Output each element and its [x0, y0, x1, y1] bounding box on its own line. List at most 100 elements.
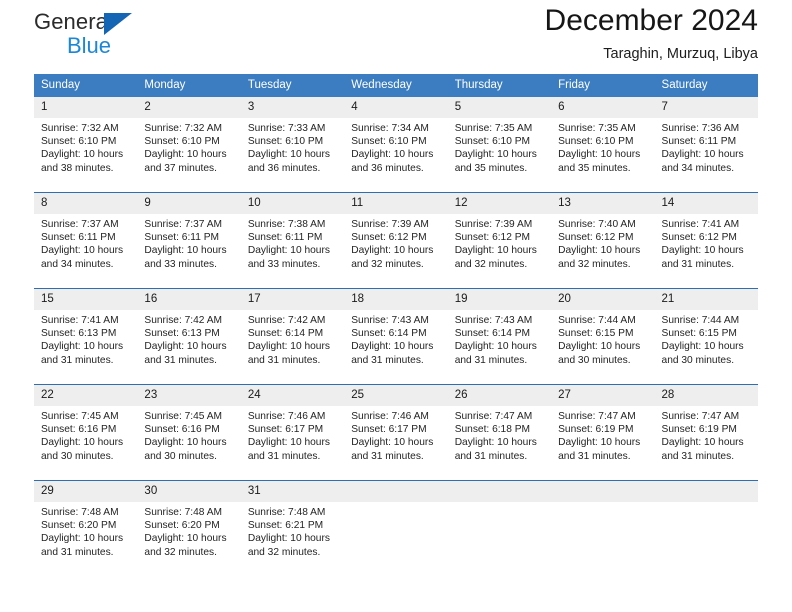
day-number[interactable]: 1 — [34, 97, 138, 118]
generalblue-logo[interactable]: General Blue — [34, 9, 234, 65]
daylight-text: Daylight: 10 hours — [41, 437, 124, 449]
day-cell[interactable]: Sunrise: 7:45 AM Sunset: 6:16 PM Dayligh… — [137, 406, 241, 469]
daylight-text-cont: and 37 minutes. — [144, 162, 217, 174]
week-4-daynumber-row: 22 23 24 25 26 27 28 — [34, 384, 758, 406]
daylight-text-cont: and 31 minutes. — [247, 450, 321, 462]
day-cell[interactable]: Sunrise: 7:48 AM Sunset: 6:20 PM Dayligh… — [34, 502, 138, 565]
sunset-text: Sunset: 6:10 PM — [41, 136, 117, 148]
day-cell[interactable]: Sunrise: 7:32 AM Sunset: 6:10 PM Dayligh… — [137, 118, 241, 181]
day-number[interactable]: 20 — [551, 288, 655, 310]
day-cell[interactable]: Sunrise: 7:37 AM Sunset: 6:11 PM Dayligh… — [34, 214, 138, 277]
day-cell[interactable]: Sunrise: 7:39 AM Sunset: 6:12 PM Dayligh… — [447, 214, 552, 277]
day-number[interactable]: 11 — [344, 192, 448, 214]
daylight-text: Daylight: 10 hours — [41, 533, 124, 545]
day-cell[interactable]: Sunrise: 7:42 AM Sunset: 6:13 PM Dayligh… — [137, 310, 241, 373]
day-cell[interactable]: Sunrise: 7:43 AM Sunset: 6:14 PM Dayligh… — [447, 310, 552, 373]
week-separator — [34, 373, 758, 385]
day-number[interactable]: 2 — [137, 97, 241, 118]
day-cell[interactable]: Sunrise: 7:39 AM Sunset: 6:12 PM Dayligh… — [344, 214, 448, 277]
daylight-text: Daylight: 10 hours — [351, 341, 434, 353]
daylight-text: Daylight: 10 hours — [247, 341, 330, 353]
day-cell[interactable]: Sunrise: 7:40 AM Sunset: 6:12 PM Dayligh… — [551, 214, 655, 277]
day-number[interactable]: 4 — [344, 97, 448, 118]
sunrise-text: Sunrise: 7:41 AM — [661, 219, 740, 230]
day-number[interactable]: 23 — [137, 384, 241, 406]
sunrise-text: Sunrise: 7:32 AM — [144, 123, 223, 134]
daylight-text: Daylight: 10 hours — [558, 149, 641, 161]
sunrise-sunset-calendar-table: Sunday Monday Tuesday Wednesday Thursday… — [34, 74, 758, 565]
sunrise-text: Sunrise: 7:46 AM — [351, 411, 429, 422]
page-title: December 2024 — [544, 4, 758, 37]
day-number[interactable]: 3 — [240, 97, 345, 118]
day-cell[interactable]: Sunrise: 7:41 AM Sunset: 6:13 PM Dayligh… — [34, 310, 138, 373]
day-cell[interactable]: Sunrise: 7:35 AM Sunset: 6:10 PM Dayligh… — [551, 118, 655, 181]
daylight-text: Daylight: 10 hours — [454, 149, 537, 161]
day-number[interactable]: 24 — [240, 384, 345, 406]
week-separator-line — [34, 469, 758, 481]
day-number[interactable]: 25 — [344, 384, 448, 406]
day-number[interactable]: 15 — [34, 288, 138, 310]
day-cell[interactable]: Sunrise: 7:37 AM Sunset: 6:11 PM Dayligh… — [137, 214, 241, 277]
sunrise-text: Sunrise: 7:44 AM — [558, 315, 636, 326]
day-number[interactable]: 10 — [240, 192, 345, 214]
sunset-text: Sunset: 6:10 PM — [454, 136, 531, 148]
day-cell[interactable]: Sunrise: 7:47 AM Sunset: 6:18 PM Dayligh… — [447, 406, 552, 469]
day-number[interactable]: 30 — [137, 480, 241, 502]
day-cell[interactable]: Sunrise: 7:36 AM Sunset: 6:11 PM Dayligh… — [654, 118, 758, 181]
week-separator-line — [34, 373, 758, 385]
day-number[interactable]: 22 — [34, 384, 138, 406]
week-separator-line — [34, 181, 758, 193]
day-cell[interactable]: Sunrise: 7:45 AM Sunset: 6:16 PM Dayligh… — [34, 406, 138, 469]
daylight-text: Daylight: 10 hours — [661, 341, 744, 353]
day-number[interactable]: 16 — [137, 288, 241, 310]
day-cell[interactable]: Sunrise: 7:32 AM Sunset: 6:10 PM Dayligh… — [34, 118, 138, 181]
sunset-text: Sunset: 6:12 PM — [661, 232, 737, 244]
week-1-daynumber-row: 1 2 3 4 5 6 7 — [34, 97, 758, 118]
day-number[interactable]: 6 — [551, 97, 655, 118]
day-number[interactable]: 29 — [34, 480, 138, 502]
day-cell[interactable]: Sunrise: 7:46 AM Sunset: 6:17 PM Dayligh… — [344, 406, 448, 469]
day-number[interactable]: 19 — [447, 288, 552, 310]
day-number[interactable]: 5 — [447, 97, 552, 118]
day-number[interactable]: 9 — [137, 192, 241, 214]
sunrise-text: Sunrise: 7:47 AM — [558, 411, 636, 422]
day-cell[interactable]: Sunrise: 7:34 AM Sunset: 6:10 PM Dayligh… — [344, 118, 448, 181]
day-number[interactable]: 14 — [654, 192, 758, 214]
day-number[interactable]: 31 — [240, 480, 345, 502]
day-number[interactable]: 28 — [654, 384, 758, 406]
day-number[interactable]: 13 — [551, 192, 655, 214]
daylight-text: Daylight: 10 hours — [454, 341, 537, 353]
day-cell[interactable]: Sunrise: 7:47 AM Sunset: 6:19 PM Dayligh… — [654, 406, 758, 469]
day-number[interactable]: 27 — [551, 384, 655, 406]
sunset-text: Sunset: 6:10 PM — [351, 136, 427, 148]
day-number[interactable]: 12 — [447, 192, 552, 214]
sunset-text: Sunset: 6:14 PM — [351, 328, 427, 340]
day-number[interactable]: 18 — [344, 288, 448, 310]
day-cell[interactable]: Sunrise: 7:38 AM Sunset: 6:11 PM Dayligh… — [240, 214, 345, 277]
day-cell[interactable]: Sunrise: 7:43 AM Sunset: 6:14 PM Dayligh… — [344, 310, 448, 373]
day-cell[interactable]: Sunrise: 7:35 AM Sunset: 6:10 PM Dayligh… — [447, 118, 552, 181]
day-number[interactable]: 21 — [654, 288, 758, 310]
day-cell[interactable]: Sunrise: 7:48 AM Sunset: 6:20 PM Dayligh… — [137, 502, 241, 565]
daylight-text-cont: and 31 minutes. — [661, 450, 735, 462]
day-cell[interactable]: Sunrise: 7:46 AM Sunset: 6:17 PM Dayligh… — [240, 406, 345, 469]
day-number[interactable]: 8 — [34, 192, 138, 214]
day-cell[interactable]: Sunrise: 7:42 AM Sunset: 6:14 PM Dayligh… — [240, 310, 345, 373]
day-cell[interactable]: Sunrise: 7:44 AM Sunset: 6:15 PM Dayligh… — [551, 310, 655, 373]
sunrise-text: Sunrise: 7:40 AM — [558, 219, 636, 230]
daylight-text: Daylight: 10 hours — [41, 341, 124, 353]
day-cell[interactable]: Sunrise: 7:47 AM Sunset: 6:19 PM Dayligh… — [551, 406, 655, 469]
sunrise-text: Sunrise: 7:48 AM — [41, 507, 119, 518]
sunrise-text: Sunrise: 7:36 AM — [661, 123, 740, 134]
daylight-text: Daylight: 10 hours — [144, 437, 227, 449]
day-cell[interactable]: Sunrise: 7:44 AM Sunset: 6:15 PM Dayligh… — [654, 310, 758, 373]
day-number[interactable]: 26 — [447, 384, 552, 406]
sunrise-text: Sunrise: 7:34 AM — [351, 123, 429, 134]
day-number[interactable]: 7 — [654, 97, 758, 118]
location-subtitle: Taraghin, Murzuq, Libya — [603, 46, 758, 62]
day-cell[interactable]: Sunrise: 7:48 AM Sunset: 6:21 PM Dayligh… — [240, 502, 345, 565]
day-number[interactable]: 17 — [240, 288, 345, 310]
day-cell-empty — [551, 502, 655, 565]
day-cell[interactable]: Sunrise: 7:33 AM Sunset: 6:10 PM Dayligh… — [240, 118, 345, 181]
day-cell[interactable]: Sunrise: 7:41 AM Sunset: 6:12 PM Dayligh… — [654, 214, 758, 277]
